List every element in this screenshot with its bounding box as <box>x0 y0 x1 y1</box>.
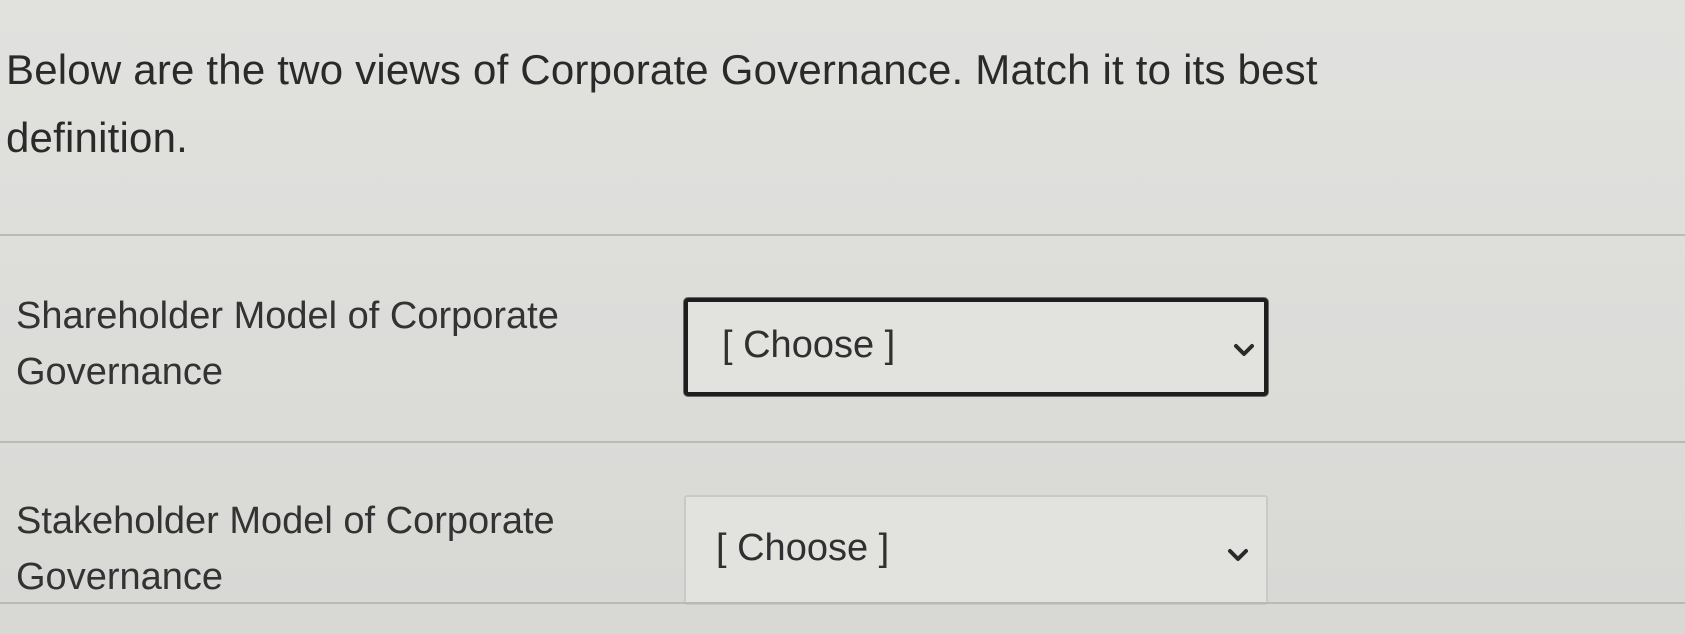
match-row-shareholder: Shareholder Model of Corporate Governanc… <box>0 236 1685 441</box>
question-text: Below are the two views of Corporate Gov… <box>6 46 1318 161</box>
select-value: [ Choose ] <box>722 324 896 366</box>
quiz-question-page: Below are the two views of Corporate Gov… <box>0 0 1685 634</box>
match-prompt-shareholder: Shareholder Model of Corporate Governanc… <box>16 295 559 393</box>
match-select-shareholder[interactable]: [ Choose ] <box>684 298 1268 396</box>
match-select-stakeholder[interactable]: [ Choose ] <box>684 495 1268 605</box>
select-value: [ Choose ] <box>716 527 890 569</box>
chevron-down-icon <box>1228 549 1248 561</box>
match-row-stakeholder: Stakeholder Model of Corporate Governanc… <box>0 443 1685 605</box>
match-prompt-stakeholder: Stakeholder Model of Corporate Governanc… <box>16 500 555 598</box>
chevron-down-icon <box>1234 344 1254 356</box>
divider <box>0 602 1685 604</box>
